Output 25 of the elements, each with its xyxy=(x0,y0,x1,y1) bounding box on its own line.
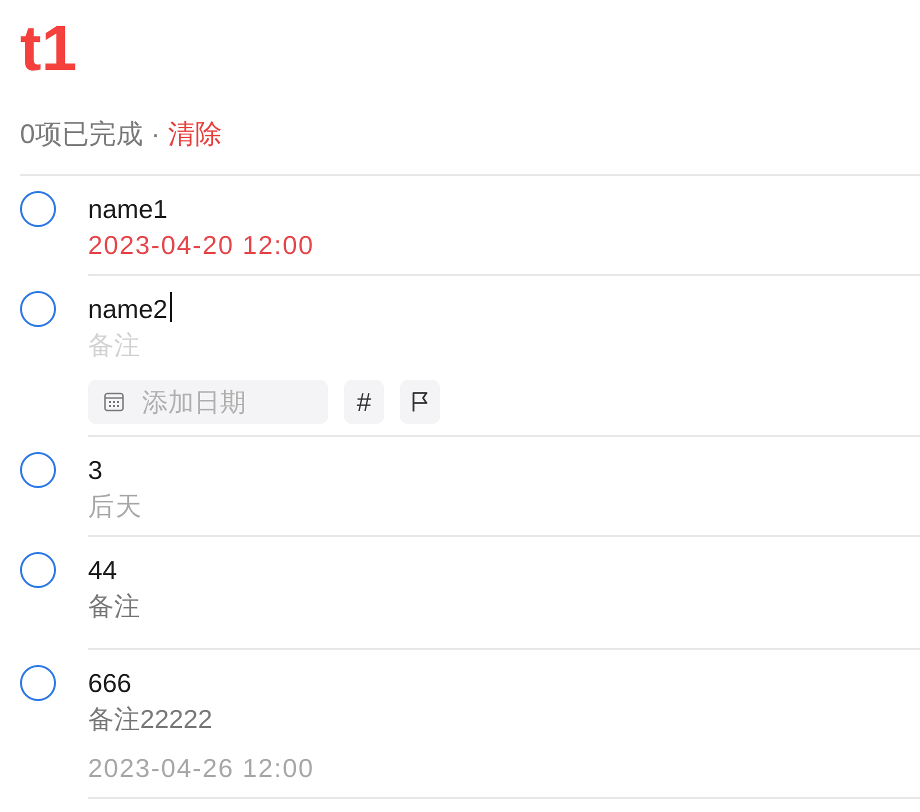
checkbox[interactable] xyxy=(20,191,56,227)
calendar-icon xyxy=(104,392,124,412)
task-name: name1 xyxy=(88,193,168,226)
completed-count: 0项已完成 xyxy=(20,118,144,150)
clear-link[interactable]: 清除 xyxy=(168,118,222,150)
task-note: 备注 xyxy=(88,590,140,623)
checkbox[interactable] xyxy=(20,452,56,488)
task-name-input[interactable]: name2 xyxy=(88,291,172,327)
text-cursor-icon xyxy=(170,292,172,322)
checkbox[interactable] xyxy=(20,552,56,588)
checkbox[interactable] xyxy=(20,665,56,701)
due-date: 2023-04-20 12:00 xyxy=(88,229,314,262)
list-title: t1 xyxy=(20,16,77,80)
due-date: 2023-04-26 12:00 xyxy=(88,752,314,785)
separator: · xyxy=(151,118,160,150)
checkbox[interactable] xyxy=(20,291,56,327)
tag-button[interactable]: # xyxy=(344,380,384,424)
task-name: 44 xyxy=(88,554,117,587)
due-date: 后天 xyxy=(88,490,143,523)
flag-button[interactable] xyxy=(400,380,440,424)
flag-icon xyxy=(412,392,428,412)
task-note: 备注22222 xyxy=(88,703,212,736)
task-name: 666 xyxy=(88,667,132,700)
task-name: 3 xyxy=(88,454,102,487)
date-field[interactable]: 添加日期 xyxy=(88,380,328,424)
